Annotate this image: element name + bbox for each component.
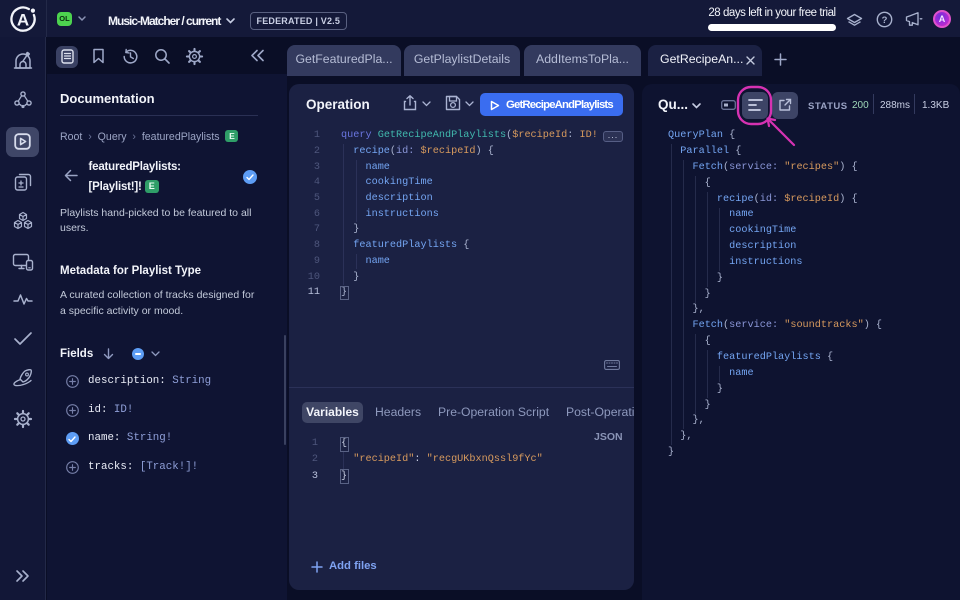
svg-text:?: ? [882,15,888,26]
svg-text:A: A [17,11,29,30]
